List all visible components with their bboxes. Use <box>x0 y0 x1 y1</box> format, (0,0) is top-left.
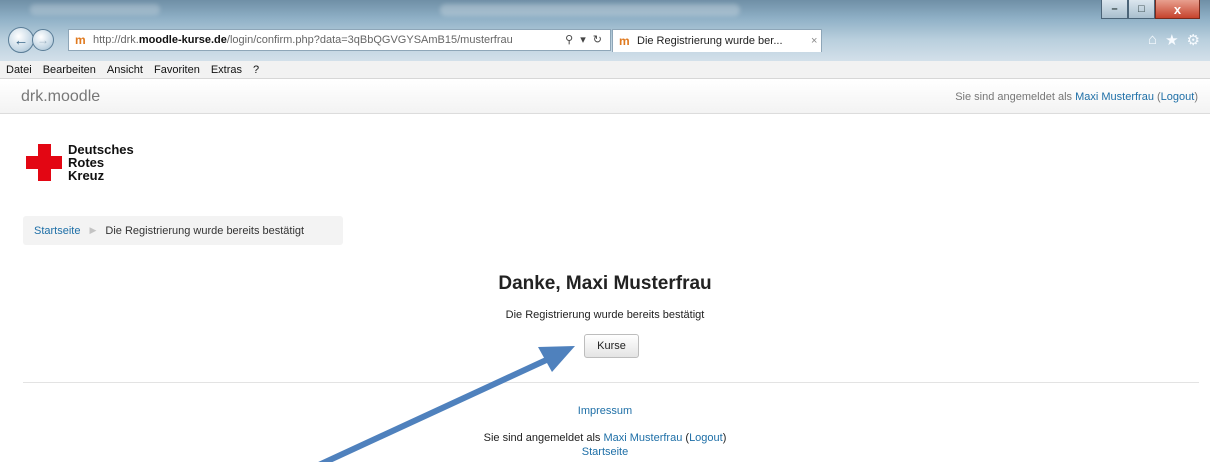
confirmation-message: Die Registrierung wurde bereits bestätig… <box>505 309 705 321</box>
impressum-link[interactable]: Impressum <box>578 405 632 417</box>
footer-login-info: Sie sind angemeldet als Maxi Musterfrau … <box>483 432 727 444</box>
browser-tab[interactable]: m Die Registrierung wurde ber... × <box>612 29 822 52</box>
user-profile-link[interactable]: Maxi Musterfrau <box>1075 91 1154 103</box>
address-url[interactable]: http://drk.moodle-kurse.de/login/confirm… <box>93 34 533 46</box>
menu-favoriten[interactable]: Favoriten <box>154 64 200 76</box>
menu-help[interactable]: ? <box>253 64 259 76</box>
forward-button[interactable]: → <box>32 29 54 51</box>
content-divider <box>23 382 1199 383</box>
refresh-icon[interactable]: ↻ <box>593 34 604 46</box>
breadcrumb-home-link[interactable]: Startseite <box>34 225 80 237</box>
minimize-button[interactable]: – <box>1101 0 1128 19</box>
favorites-star-icon[interactable]: ★ <box>1165 31 1178 49</box>
footer-user-profile-link[interactable]: Maxi Musterfrau <box>603 432 682 444</box>
drk-logo[interactable]: Deutsches Rotes Kreuz <box>26 143 134 182</box>
back-button[interactable]: ← <box>8 27 34 53</box>
browser-titlebar: – □ x ← → m http://drk.moodle-kurse.de/l… <box>0 0 1210 61</box>
tab-title: Die Registrierung wurde ber... <box>637 35 783 47</box>
login-info: Sie sind angemeldet als Maxi Musterfrau … <box>955 91 1198 103</box>
red-cross-icon <box>26 144 62 181</box>
menu-bar: Datei Bearbeiten Ansicht Favoriten Extra… <box>0 61 1210 79</box>
address-tools[interactable]: ⚲ ▾ ↻ <box>565 33 604 46</box>
page-title: Danke, Maxi Musterfrau <box>498 273 712 294</box>
footer-home-link[interactable]: Startseite <box>582 446 628 458</box>
screenshot: – □ x ← → m http://drk.moodle-kurse.de/l… <box>0 0 1210 462</box>
window-controls: – □ x <box>1101 0 1200 20</box>
arrow-right-icon: → <box>37 33 49 47</box>
breadcrumb-current: Die Registrierung wurde bereits bestätig… <box>105 224 305 237</box>
breadcrumb: Startseite ▶ Die Registrierung wurde ber… <box>23 216 343 245</box>
home-icon[interactable]: ⌂ <box>1148 31 1157 49</box>
footer-logout-link[interactable]: Logout <box>689 432 723 444</box>
site-brand[interactable]: drk.moodle <box>21 88 100 106</box>
logout-link[interactable]: Logout <box>1161 91 1195 103</box>
menu-ansicht[interactable]: Ansicht <box>107 64 143 76</box>
logo-text: Deutsches Rotes Kreuz <box>68 142 134 183</box>
footer-home: Startseite <box>0 446 1210 458</box>
breadcrumb-separator-icon: ▶ <box>89 225 97 235</box>
browser-tools: ⌂ ★ ⚙ <box>1148 31 1200 49</box>
chevron-down-icon[interactable]: ▾ <box>580 34 588 46</box>
kurse-button[interactable]: Kurse <box>584 334 639 358</box>
menu-bearbeiten[interactable]: Bearbeiten <box>43 64 96 76</box>
arrow-left-icon: ← <box>13 31 29 49</box>
moodle-favicon-icon: m <box>75 33 86 47</box>
gear-icon[interactable]: ⚙ <box>1187 31 1200 49</box>
search-icon[interactable]: ⚲ <box>565 34 575 46</box>
tab-close-icon[interactable]: × <box>811 35 817 47</box>
menu-datei[interactable]: Datei <box>6 64 32 76</box>
footer-impressum: Impressum <box>0 405 1210 417</box>
moodle-navbar: drk.moodle Sie sind angemeldet als Maxi … <box>0 80 1210 114</box>
close-button[interactable]: x <box>1155 0 1200 19</box>
maximize-button[interactable]: □ <box>1128 0 1155 19</box>
menu-extras[interactable]: Extras <box>211 64 242 76</box>
tab-favicon-icon: m <box>619 34 630 48</box>
address-bar[interactable]: m http://drk.moodle-kurse.de/login/confi… <box>68 29 611 51</box>
